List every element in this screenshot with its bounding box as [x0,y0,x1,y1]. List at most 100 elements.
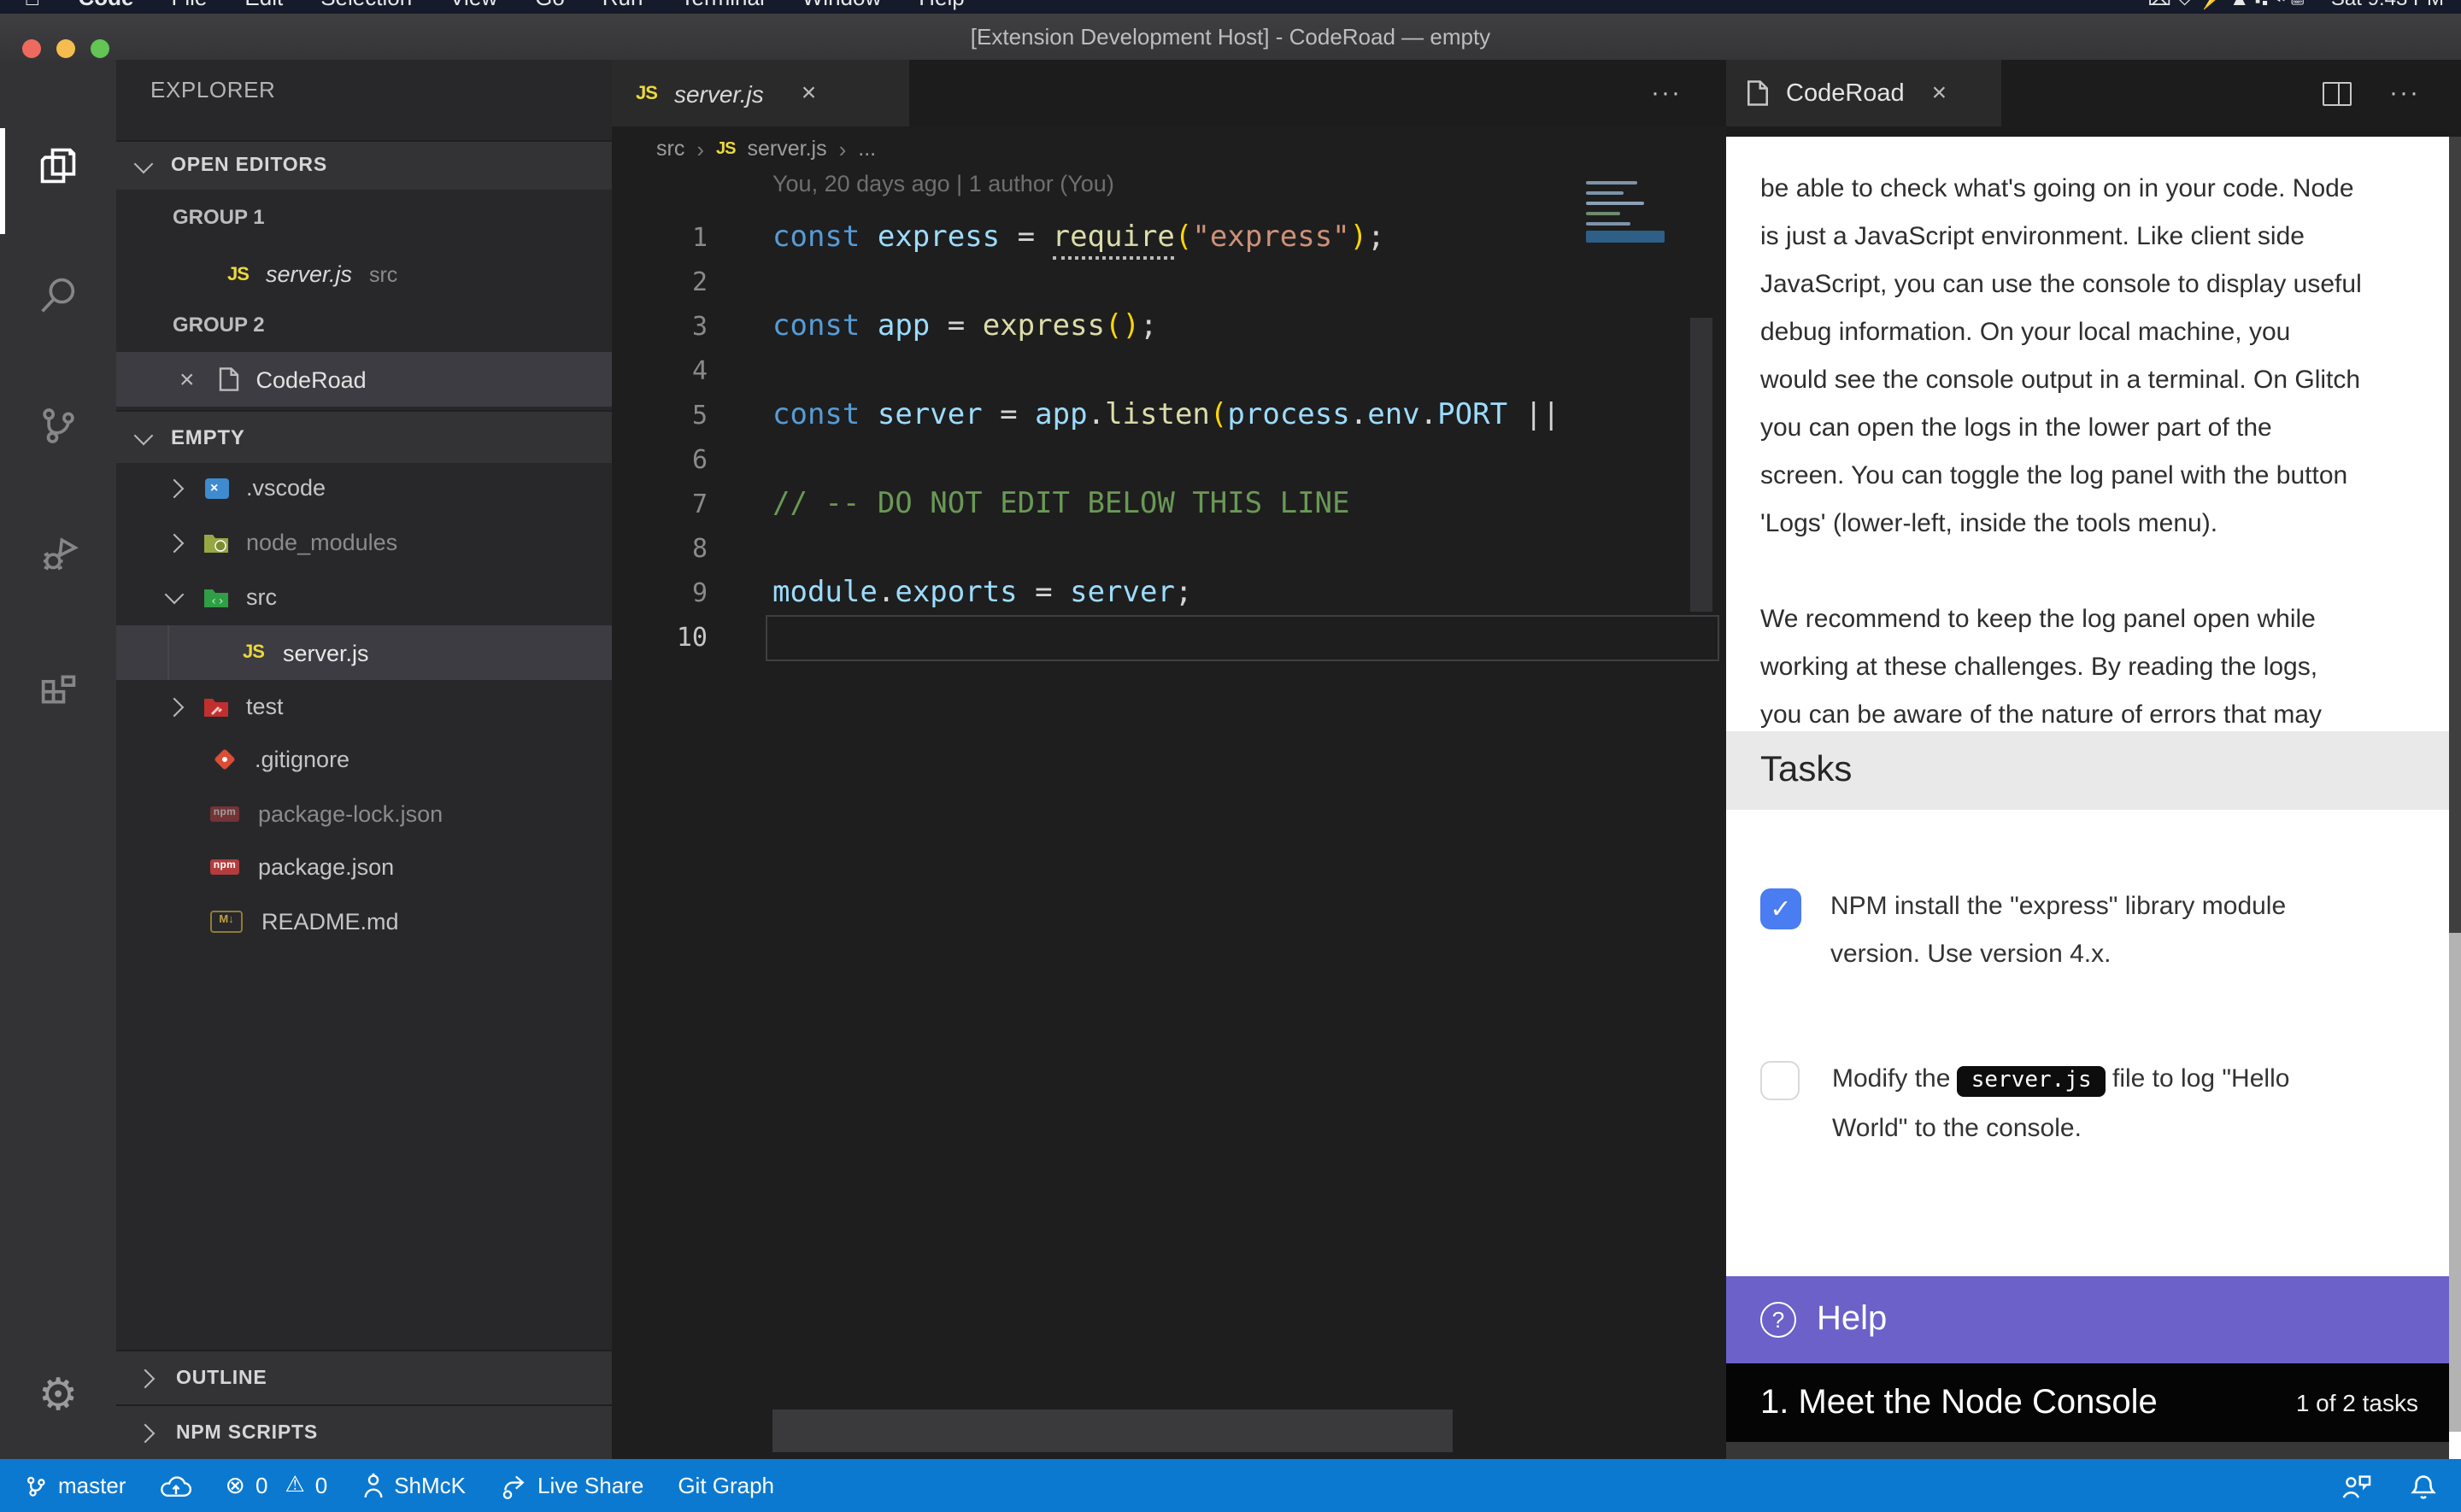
explorer-activity-button[interactable] [0,109,116,222]
tree-item-gitignore[interactable]: .gitignore [116,733,612,786]
menu-item-help[interactable]: Help [919,0,965,14]
bell-icon[interactable] [2410,1471,2437,1500]
git-graph-button[interactable]: Git Graph [678,1473,774,1498]
tasks-heading: Tasks [1760,750,1852,791]
code-line-5[interactable]: 5const server = app.listen(process.env.P… [612,393,1726,437]
checkbox-checked[interactable]: ✓ [1760,888,1801,929]
chevron-right-icon [165,697,185,717]
code-line-8[interactable]: 8 [612,526,1726,571]
lesson-title: 1. Meet the Node Console [1760,1383,2158,1422]
extensions-activity-button[interactable] [0,627,116,740]
menu-item-code[interactable]: Code [79,0,134,14]
minimap[interactable] [1586,178,1668,273]
person-icon [361,1472,384,1499]
tab-server-js[interactable]: JS server.js × [612,60,909,126]
breadcrumb[interactable]: src › JS server.js › ... [612,126,1726,171]
code-line-6[interactable]: 6 [612,437,1726,482]
window-title-bar[interactable]: [Extension Development Host] - CodeRoad … [0,14,2461,62]
live-share-account[interactable]: ShMcK [361,1472,466,1499]
code-line-10[interactable]: 10 [612,615,1726,659]
close-icon[interactable]: × [1932,80,1947,106]
search-activity-button[interactable] [0,239,116,352]
code-line-7[interactable]: 7// -- DO NOT EDIT BELOW THIS LINE [612,482,1726,526]
breadcrumb-src[interactable]: src [656,137,684,161]
menu-item-selection[interactable]: Selection [320,0,412,14]
code-editor[interactable]: You, 20 days ago | 1 author (You) 1const… [612,171,1726,1459]
tree-item-package-json[interactable]: npm package.json [116,841,612,894]
menu-item-go[interactable]: Go [535,0,565,14]
more-actions-icon[interactable]: ··· [2389,79,2420,108]
tree-item-label: node_modules [246,530,397,555]
warning-icon: ⚠ [285,1473,304,1498]
menu-item-edit[interactable]: Edit [244,0,283,14]
tree-item-test[interactable]: test [116,680,612,733]
settings-gear-icon[interactable]: ⚙ [0,1370,116,1421]
split-editor-icon[interactable] [2323,81,2352,105]
npm-icon: npm [210,859,239,875]
menu-item-run[interactable]: Run [602,0,643,14]
vscode-window:  Code File Edit Selection View Go Run Terminal W… [0,0,2461,1512]
feedback-icon[interactable] [2340,1471,2372,1500]
live-share-button[interactable]: Live Share [500,1472,643,1499]
close-icon[interactable]: × [802,80,817,106]
code-line-3[interactable]: 3const app = express(); [612,304,1726,349]
live-share-label: Live Share [537,1473,643,1498]
branch-name: master [58,1473,126,1498]
tree-item-vscode[interactable]: × .vscode [116,461,612,514]
close-icon[interactable]: × [179,366,195,392]
chevron-down-icon [165,585,185,605]
line-number: 8 [612,526,708,571]
open-editor-coderoad[interactable]: × CodeRoad [116,352,612,407]
workspace-folder-label: EMPTY [171,425,245,449]
open-editors-section-header[interactable]: OPEN EDITORS [116,140,612,190]
tree-item-server-js[interactable]: JS server.js [116,625,612,680]
menu-item-view[interactable]: View [449,0,497,14]
empty-folder-section-header[interactable]: EMPTY [116,410,612,463]
code-line-1[interactable]: 1const express = require("express"); [612,215,1726,260]
outline-section-header[interactable]: OUTLINE [116,1350,612,1406]
error-icon: ⊗ [225,1472,244,1499]
current-line-highlight [766,615,1719,661]
help-label: Help [1817,1300,1887,1339]
chevron-right-icon [165,478,185,498]
help-bar[interactable]: ? Help [1726,1276,2449,1363]
tree-item-node-modules[interactable]: node_modules [116,516,612,569]
coderoad-webview: be able to check what's going on in your… [1726,126,2461,1459]
tree-item-package-lock[interactable]: npm package-lock.json [116,788,612,841]
checkbox-unchecked[interactable] [1760,1061,1800,1100]
apple-menu[interactable]:  [24,0,41,14]
tab-coderoad[interactable]: CodeRoad × [1726,60,2001,126]
lesson-footer-bar[interactable]: 1. Meet the Node Console 1 of 2 tasks [1726,1363,2449,1442]
chevron-down-icon [134,425,154,445]
code-line-9[interactable]: 9module.exports = server; [612,571,1726,615]
menu-item-file[interactable]: File [172,0,208,14]
open-editor-server-js[interactable]: JS server.js src [116,248,612,301]
sync-status[interactable] [160,1474,191,1497]
menu-item-terminal[interactable]: Terminal [681,0,765,14]
line-number: 2 [612,260,708,304]
tree-item-src[interactable]: ‹› src [116,571,612,624]
git-branch-status[interactable]: master [24,1472,126,1499]
js-icon: JS [716,139,735,158]
more-actions-icon[interactable]: ··· [1651,79,1682,108]
line-number: 9 [612,571,708,615]
node-modules-folder-icon [203,532,229,553]
npm-scripts-section-header[interactable]: NPM SCRIPTS [116,1404,612,1459]
menu-item-window[interactable]: Window [802,0,882,14]
tree-item-label: package.json [258,854,394,880]
problems-status[interactable]: ⊗ 0 ⚠ 0 [225,1472,327,1499]
breadcrumb-server-js[interactable]: server.js [748,137,827,161]
tree-item-label: .vscode [246,475,326,501]
tree-item-readme[interactable]: M↓ README.md [116,895,612,948]
chevron-right-icon [136,1369,156,1389]
code-line-4[interactable]: 4 [612,349,1726,393]
explorer-sidebar: EXPLORER OPEN EDITORS GROUP 1 JS server.… [116,60,612,1459]
breadcrumb-symbol[interactable]: ... [858,137,876,161]
webview-scrollbar-thumb[interactable] [2449,137,2461,933]
editor-horizontal-scrollbar[interactable] [772,1409,1453,1452]
source-control-activity-button[interactable] [0,369,116,482]
code-line-2[interactable]: 2 [612,260,1726,304]
run-debug-activity-button[interactable] [0,497,116,610]
editor-vertical-scrollbar[interactable] [1690,318,1712,612]
question-circle-icon: ? [1760,1302,1796,1338]
